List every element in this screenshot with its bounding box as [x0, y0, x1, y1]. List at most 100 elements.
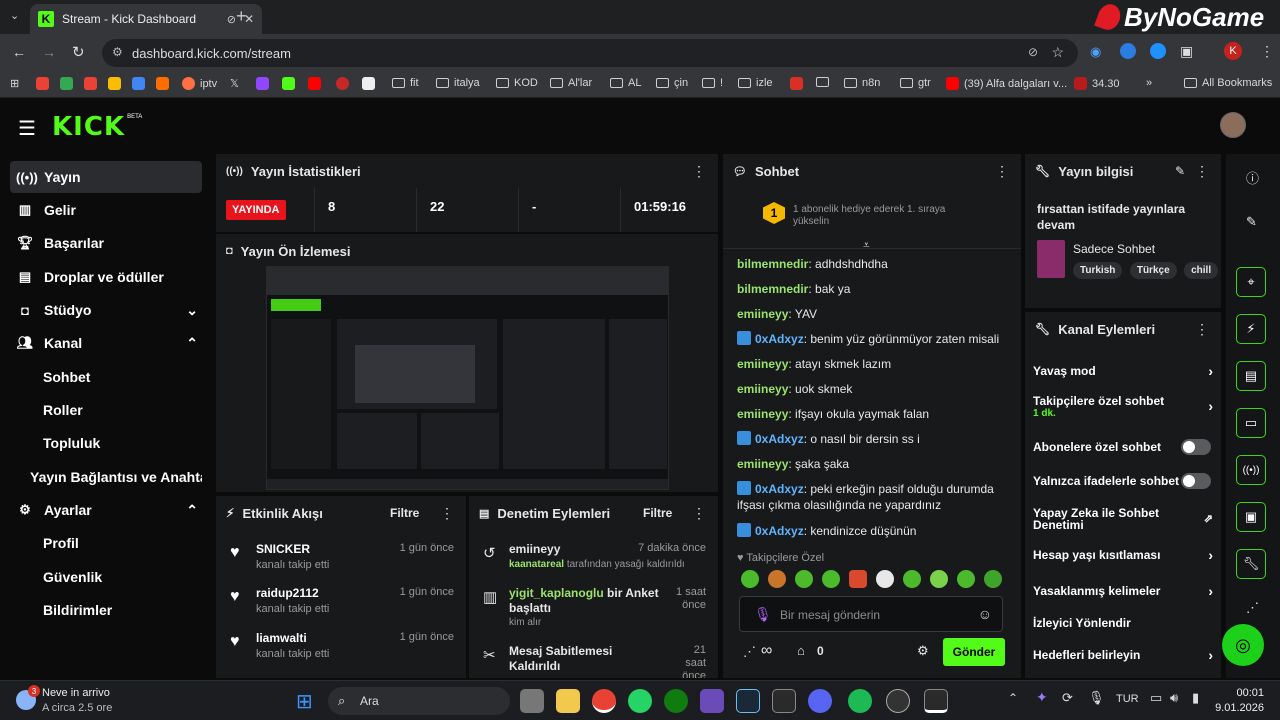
clip-icon[interactable]: ⌖: [1236, 267, 1266, 297]
send-button[interactable]: Gönder: [943, 638, 1005, 666]
sidebar-item-studyo[interactable]: ◘ Stüdyo ⌄: [10, 294, 202, 326]
bookmark-pdf-icon[interactable]: [790, 77, 803, 90]
clock-date[interactable]: 9.01.2026: [1212, 702, 1264, 714]
chat-username[interactable]: bilmemnedir: [737, 257, 808, 271]
kick-logo[interactable]: KICK BETA: [52, 112, 142, 142]
tab-search-icon[interactable]: ⌄: [10, 9, 19, 22]
bookmark-folder[interactable]: [816, 77, 829, 87]
chat-username[interactable]: emiineyy: [737, 357, 788, 371]
emote-icon[interactable]: [768, 570, 786, 588]
kebab-menu-icon[interactable]: ⋮: [1195, 322, 1209, 336]
bookmark-folder[interactable]: italya: [436, 77, 480, 89]
camera-icon[interactable]: ▣: [1236, 502, 1266, 532]
followers-chat-row[interactable]: Takipçilere özel sohbet 1 dk. ›: [1025, 392, 1221, 428]
sidebar-item-profil[interactable]: Profil: [10, 527, 202, 559]
tag-chip[interactable]: Turkish: [1073, 262, 1123, 279]
emote-icon[interactable]: [957, 570, 975, 588]
bookmark-ext1-icon[interactable]: [36, 77, 49, 90]
task-view-icon[interactable]: [520, 689, 544, 713]
windows-start-icon[interactable]: ⊞: [296, 689, 313, 714]
kebab-menu-icon[interactable]: ⋮: [692, 164, 706, 178]
bookmark-youtube[interactable]: (39) Alfa dalgaları v...: [946, 77, 1067, 90]
chat-username[interactable]: emiineyy: [737, 382, 788, 396]
ai-moderation-row[interactable]: Yapay Zeka ile Sohbet Denetimi ⇗: [1025, 502, 1221, 536]
kebab-menu-icon[interactable]: ⋮: [1195, 164, 1209, 178]
forward-icon[interactable]: →: [42, 44, 56, 60]
steam-icon[interactable]: [736, 689, 760, 713]
kebab-menu-icon[interactable]: ⋮: [692, 506, 706, 520]
expand-icon[interactable]: ⩡: [863, 238, 870, 253]
bookmark-folder[interactable]: fit: [392, 77, 419, 89]
tab-muted-icon[interactable]: ⊘: [227, 13, 236, 26]
chat-username[interactable]: 0xAdxyz: [755, 482, 804, 496]
bookmark-folder[interactable]: KOD: [496, 77, 538, 89]
taskbar-search[interactable]: ⌕ Ara: [328, 687, 510, 715]
apps-grid-icon[interactable]: ⊞: [10, 77, 19, 90]
chat-input[interactable]: 🎙︎ Bir mesaj gönderin ☺: [739, 596, 1003, 632]
bookmark-twitch-icon[interactable]: [256, 77, 269, 90]
chat-username[interactable]: emiineyy: [737, 407, 788, 421]
address-bar[interactable]: ⚙ dashboard.kick.com/stream ⊘ ☆: [102, 39, 1078, 67]
weather-title[interactable]: Neve in arrivo: [42, 687, 110, 699]
sidebar-item-bildirimler[interactable]: Bildirimler: [10, 594, 202, 626]
user-avatar[interactable]: [1220, 112, 1246, 138]
microphone-icon[interactable]: 🎙︎: [754, 606, 772, 623]
wrench-icon[interactable]: 🔧︎: [1236, 549, 1266, 579]
banned-words-row[interactable]: Yasaklanmış kelimeler ›: [1025, 576, 1221, 606]
tag-chip[interactable]: chill: [1184, 262, 1219, 279]
category-name[interactable]: Sadece Sohbet: [1073, 242, 1155, 256]
bookmark-ext3-icon[interactable]: [336, 77, 349, 90]
emoji-picker-icon[interactable]: ☺: [978, 606, 992, 622]
app-icon[interactable]: [700, 689, 724, 713]
whatsapp-icon[interactable]: [628, 689, 652, 713]
sidebar-item-ayarlar[interactable]: ⚙ Ayarlar ⌃: [10, 494, 202, 526]
chat-username[interactable]: emiineyy: [737, 307, 788, 321]
all-bookmarks[interactable]: All Bookmarks: [1184, 77, 1272, 89]
stream-preview-video[interactable]: [266, 266, 669, 490]
support-chat-icon[interactable]: ◎: [1222, 624, 1264, 666]
new-tab-icon[interactable]: +: [236, 6, 247, 27]
profile-avatar[interactable]: K: [1224, 42, 1242, 60]
emote-icon[interactable]: [903, 570, 921, 588]
sidebar-item-basarilar[interactable]: 🏆︎ Başarılar: [10, 227, 202, 259]
sidebar-item-topluluk[interactable]: Topluluk: [10, 427, 202, 459]
lightning-icon[interactable]: ⚡︎: [1236, 314, 1266, 344]
epic-launcher-icon[interactable]: [924, 689, 948, 713]
bookmark-ext4-icon[interactable]: [362, 77, 375, 90]
chat-username[interactable]: emiineyy: [737, 457, 788, 471]
emote-icon[interactable]: [984, 570, 1002, 588]
chat-settings-icon[interactable]: ⚙: [917, 643, 929, 659]
sidebar-item-droplar[interactable]: ▤ Droplar ve ödüller: [10, 261, 202, 293]
bookmark-iptv[interactable]: iptv: [182, 77, 217, 90]
xbox-icon[interactable]: [664, 689, 688, 713]
kebab-menu-icon[interactable]: ⋮: [995, 164, 1009, 178]
bookmark-maps-icon[interactable]: [60, 77, 73, 90]
chat-username[interactable]: 0xAdxyz: [755, 432, 804, 446]
sidebar-item-kanal[interactable]: 👥︎ Kanal ⌃: [10, 327, 202, 359]
sidebar-item-guvenlik[interactable]: Güvenlik: [10, 561, 202, 593]
slow-mode-row[interactable]: Yavaş mod ›: [1025, 356, 1221, 386]
more-bookmarks-icon[interactable]: »: [1146, 77, 1152, 89]
site-info-icon[interactable]: ⚙: [112, 45, 123, 59]
share-icon[interactable]: ⋰: [743, 644, 756, 660]
emote-icon[interactable]: [795, 570, 813, 588]
edit-pencil-icon[interactable]: ✎: [1246, 214, 1257, 230]
chat-username[interactable]: bilmemnedir: [737, 282, 808, 296]
goals-row[interactable]: Hedefleri belirleyin ›: [1025, 640, 1221, 670]
gift-icon[interactable]: ⌂: [797, 643, 805, 658]
emote-only-toggle[interactable]: [1181, 473, 1211, 489]
bookmark-gmail-icon[interactable]: [84, 77, 97, 90]
document-icon[interactable]: ▤: [1236, 361, 1266, 391]
network-icon[interactable]: ▭: [1150, 690, 1162, 706]
extension-shazam-icon[interactable]: [1120, 43, 1136, 59]
bookmark-star-icon[interactable]: ☆: [1051, 44, 1064, 61]
back-icon[interactable]: ←: [12, 44, 26, 60]
bookmark-x-icon[interactable]: 𝕏: [230, 77, 239, 90]
bookmark-folder[interactable]: izle: [738, 77, 773, 89]
bookmark-youtube-icon[interactable]: [308, 77, 321, 90]
extensions-puzzle-icon[interactable]: ▣: [1180, 43, 1193, 60]
bookmark-folder[interactable]: AL: [610, 77, 641, 89]
edit-pencil-icon[interactable]: ✎: [1175, 164, 1185, 178]
hamburger-menu-icon[interactable]: ☰: [18, 116, 36, 141]
obs-icon[interactable]: [886, 689, 910, 713]
